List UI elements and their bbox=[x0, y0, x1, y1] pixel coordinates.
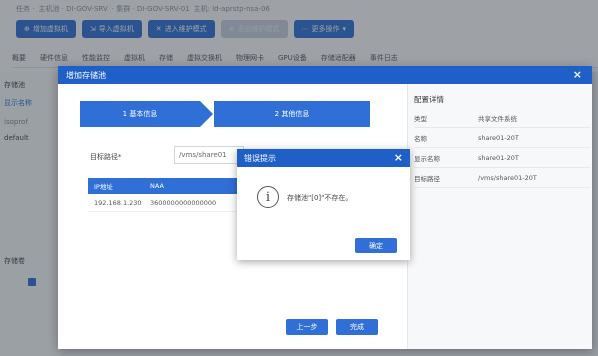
config-details-title: 配置详情 bbox=[414, 95, 444, 104]
dialog-header: 增加存储池 × bbox=[58, 66, 592, 84]
column-naa: NAA bbox=[150, 182, 164, 190]
error-dialog: 错误提示 × i 存储池"[0]"不存在。 确定 bbox=[237, 149, 410, 260]
close-icon[interactable]: × bbox=[394, 151, 403, 164]
error-message: 存储池"[0]"不存在。 bbox=[287, 194, 353, 202]
confirm-button[interactable]: 确定 bbox=[355, 238, 397, 253]
wizard-steps: 1 基本信息 2 其他信息 bbox=[80, 101, 370, 127]
cell-naa: 3600000000000000 bbox=[150, 198, 217, 207]
target-table: IP地址 NAA 192.168.1.230 3600000000000000 bbox=[88, 178, 238, 212]
error-dialog-header: 错误提示 × bbox=[237, 149, 410, 167]
target-path-input[interactable]: /vms/share01 bbox=[174, 146, 244, 164]
dialog-title: 增加存储池 bbox=[66, 70, 106, 80]
step-basic-info[interactable]: 1 基本信息 bbox=[80, 101, 200, 127]
detail-row: 目标路径/vms/share01-20T bbox=[414, 168, 590, 188]
prev-step-button[interactable]: 上一步 bbox=[286, 319, 328, 335]
error-dialog-title: 错误提示 bbox=[244, 153, 276, 163]
column-ip: IP地址 bbox=[94, 183, 113, 191]
detail-row: 名称 share01-20T bbox=[414, 128, 590, 148]
table-header: IP地址 NAA bbox=[88, 178, 238, 194]
cell-ip: 192.168.1.230 bbox=[94, 198, 142, 207]
info-icon: i bbox=[257, 186, 279, 208]
detail-row: 显示名称 share01-20T bbox=[414, 148, 590, 168]
table-row[interactable]: 192.168.1.230 3600000000000000 bbox=[88, 194, 238, 212]
step-arrow-icon bbox=[200, 101, 213, 127]
finish-button[interactable]: 完成 bbox=[336, 319, 378, 335]
config-details-panel: 配置详情 类型 共享文件系统 名称 share01-20T 显示名称 share01-… bbox=[407, 84, 592, 349]
dialog-footer: 上一步 完成 bbox=[286, 319, 378, 335]
target-path-label: 目标路径* bbox=[90, 153, 122, 161]
detail-row: 类型 共享文件系统 bbox=[414, 108, 590, 128]
close-icon[interactable]: × bbox=[573, 68, 582, 81]
step-other-info[interactable]: 2 其他信息 bbox=[214, 101, 370, 127]
